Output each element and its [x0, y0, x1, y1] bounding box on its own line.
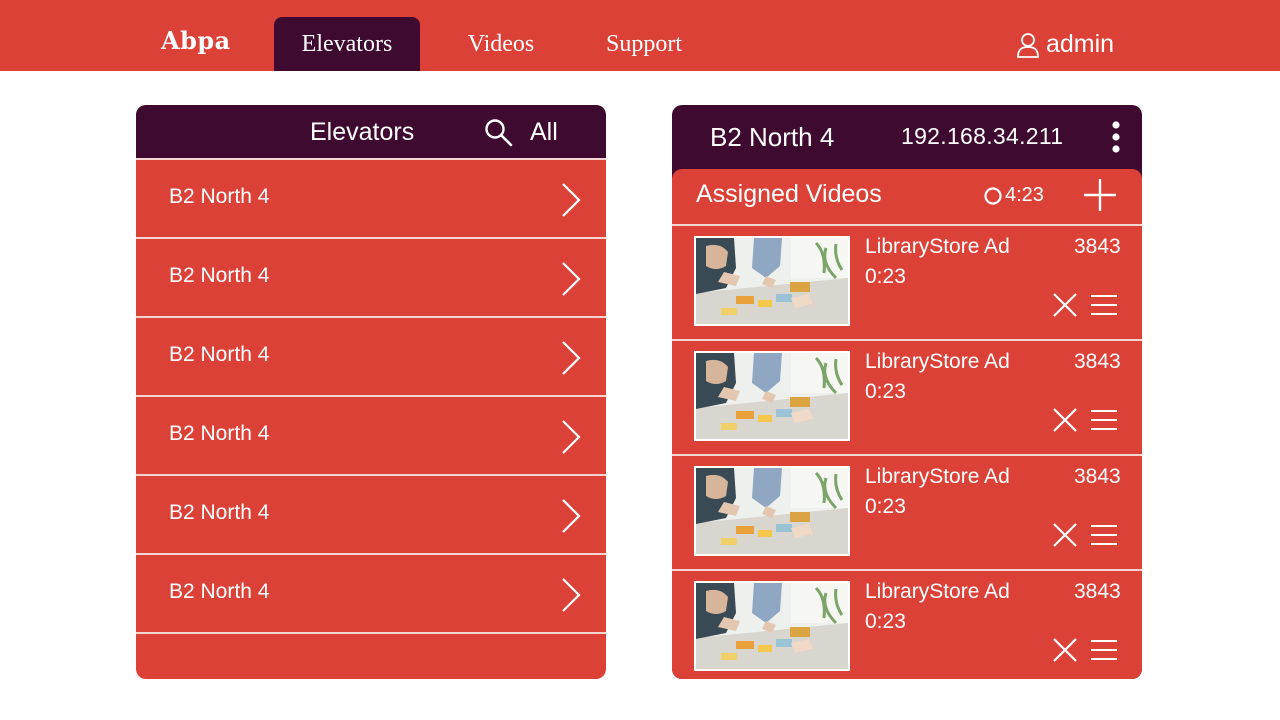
video-title: LibraryStore Ad [865, 350, 1010, 373]
elevator-name: B2 North 4 [169, 343, 270, 366]
elevators-panel-header: Elevators All [136, 105, 606, 158]
elevator-list-item[interactable]: B2 North 4 [136, 474, 606, 552]
plus-icon[interactable] [1082, 177, 1118, 218]
video-title: LibraryStore Ad [865, 580, 1010, 603]
tab-support[interactable]: Support [584, 17, 704, 71]
chevron-right-icon [562, 183, 581, 217]
elevator-name: B2 North 4 [169, 264, 270, 287]
user-name: admin [1046, 30, 1115, 58]
assigned-videos-section: Assigned Videos 4:23 LibraryStore Ad 0:2… [672, 169, 1142, 679]
video-play-count: 3843 [1074, 350, 1121, 373]
user-icon [1017, 32, 1039, 58]
elevator-ip-address: 192.168.34.211 [901, 123, 1064, 149]
video-play-count: 3843 [1074, 465, 1121, 488]
video-row[interactable]: LibraryStore Ad 0:23 3843 [672, 339, 1142, 454]
video-play-count: 3843 [1074, 235, 1121, 258]
drag-handle-icon[interactable] [1090, 524, 1118, 546]
chevron-right-icon [562, 499, 581, 533]
drag-handle-icon[interactable] [1090, 409, 1118, 431]
elevator-name: B2 North 4 [169, 501, 270, 524]
chevron-right-icon [562, 420, 581, 454]
elevator-list-item[interactable]: B2 North 4 [136, 553, 606, 631]
kebab-menu-icon[interactable] [1110, 120, 1122, 159]
brand-logo[interactable]: Abpa [161, 26, 231, 55]
close-icon[interactable] [1052, 637, 1078, 663]
elevator-name: B2 North 4 [169, 185, 270, 208]
video-thumbnail[interactable] [694, 351, 850, 441]
tab-elevators[interactable]: Elevators [274, 17, 420, 71]
search-icon[interactable] [484, 118, 514, 153]
elevator-detail-name: B2 North 4 [710, 122, 835, 152]
video-thumbnail[interactable] [694, 581, 850, 671]
video-row[interactable]: LibraryStore Ad 0:23 3843 [672, 224, 1142, 339]
elevator-detail-panel: B2 North 4 192.168.34.211 Assigned Video… [672, 105, 1142, 679]
clock-icon [984, 186, 1002, 205]
drag-handle-icon[interactable] [1090, 639, 1118, 661]
elevator-list-item[interactable]: B2 North 4 [136, 395, 606, 473]
filter-all-button[interactable]: All [530, 118, 558, 147]
top-nav-bar: Abpa Elevators Videos Support admin [0, 0, 1280, 71]
chevron-right-icon [562, 262, 581, 296]
close-icon[interactable] [1052, 292, 1078, 318]
elevators-panel-title: Elevators [310, 118, 415, 146]
video-thumbnail[interactable] [694, 466, 850, 556]
chevron-right-icon [562, 578, 581, 612]
video-duration: 0:23 [865, 265, 906, 288]
video-duration: 0:23 [865, 610, 906, 633]
video-row[interactable]: LibraryStore Ad 0:23 3843 [672, 569, 1142, 679]
video-play-count: 3843 [1074, 580, 1121, 603]
video-title: LibraryStore Ad [865, 465, 1010, 488]
video-duration: 0:23 [865, 495, 906, 518]
tab-videos[interactable]: Videos [448, 17, 554, 71]
drag-handle-icon[interactable] [1090, 294, 1118, 316]
video-row[interactable]: LibraryStore Ad 0:23 3843 [672, 454, 1142, 569]
elevator-list-item[interactable]: B2 North 4 [136, 237, 606, 315]
video-title: LibraryStore Ad [865, 235, 1010, 258]
elevator-name: B2 North 4 [169, 580, 270, 603]
elevator-name: B2 North 4 [169, 422, 270, 445]
close-icon[interactable] [1052, 522, 1078, 548]
elevators-panel: Elevators All B2 North 4 B2 North 4 B2 N… [136, 105, 606, 679]
elevator-list-item[interactable]: B2 North 4 [136, 158, 606, 236]
close-icon[interactable] [1052, 407, 1078, 433]
total-duration-value: 4:23 [1005, 184, 1044, 206]
list-divider [136, 632, 606, 634]
user-menu[interactable]: admin [1016, 30, 1114, 59]
total-duration: 4:23 [983, 184, 1044, 207]
video-thumbnail[interactable] [694, 236, 850, 326]
assigned-videos-title: Assigned Videos [696, 180, 882, 208]
elevator-list-item[interactable]: B2 North 4 [136, 316, 606, 394]
video-duration: 0:23 [865, 380, 906, 403]
chevron-right-icon [562, 341, 581, 375]
